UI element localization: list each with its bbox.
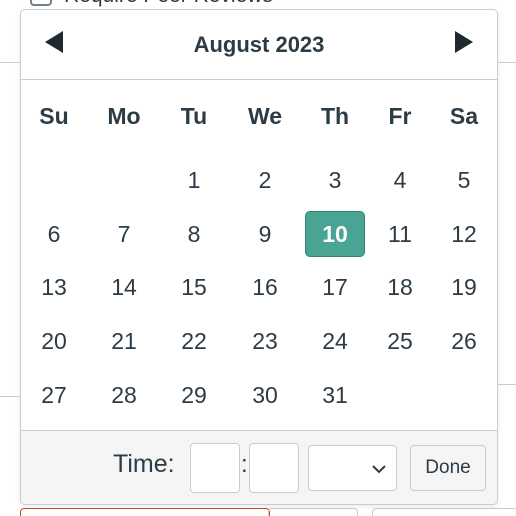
day-of-week-header: Tu xyxy=(180,102,208,129)
background-field[interactable] xyxy=(372,508,516,516)
day-of-week-header: Sa xyxy=(449,102,479,129)
calendar-day[interactable]: 2 xyxy=(234,156,296,204)
ampm-select[interactable] xyxy=(308,445,397,491)
calendar-day[interactable]: 23 xyxy=(234,317,296,365)
next-month-button[interactable] xyxy=(449,28,477,56)
done-button[interactable]: Done xyxy=(410,445,486,491)
datepicker-header: August 2023 xyxy=(21,10,497,80)
calendar-day[interactable]: 21 xyxy=(93,317,155,365)
calendar-day[interactable]: 24 xyxy=(304,317,366,365)
background-divider xyxy=(498,62,516,63)
calendar-day[interactable]: 20 xyxy=(23,317,85,365)
calendar-day[interactable]: 19 xyxy=(433,263,495,311)
day-of-week-header: Fr xyxy=(388,102,412,129)
calendar-day[interactable]: 15 xyxy=(163,263,225,311)
month-title: August 2023 xyxy=(193,32,325,57)
calendar-day[interactable]: 8 xyxy=(163,210,225,258)
background-date-field[interactable] xyxy=(20,508,270,516)
calendar-day[interactable]: 7 xyxy=(93,210,155,258)
time-separator: : xyxy=(241,451,248,478)
calendar-day[interactable]: 16 xyxy=(234,263,296,311)
calendar-day[interactable]: 28 xyxy=(93,371,155,419)
calendar-day[interactable]: 12 xyxy=(433,210,495,258)
require-peer-reviews-label: Require Peer Reviews xyxy=(64,0,273,8)
background-divider xyxy=(498,384,516,385)
triangle-right-icon xyxy=(455,31,473,53)
calendar-day[interactable]: 6 xyxy=(23,210,85,258)
calendar-day[interactable]: 1 xyxy=(163,156,225,204)
background-divider xyxy=(0,62,20,63)
calendar-day[interactable]: 4 xyxy=(369,156,431,204)
background-field[interactable] xyxy=(268,508,358,516)
hour-input[interactable] xyxy=(190,443,240,493)
calendar-day[interactable]: 31 xyxy=(304,371,366,419)
calendar-day[interactable]: 11 xyxy=(369,210,431,258)
calendar-day[interactable]: 17 xyxy=(304,263,366,311)
calendar-day[interactable]: 9 xyxy=(234,210,296,258)
calendar-day[interactable]: 29 xyxy=(163,371,225,419)
calendar-day[interactable]: 3 xyxy=(304,156,366,204)
calendar-day[interactable]: 14 xyxy=(93,263,155,311)
calendar-day[interactable]: 22 xyxy=(163,317,225,365)
day-of-week-header: We xyxy=(247,102,283,129)
datepicker: August 2023 Su Mo Tu We Th Fr Sa 1 2 3 4 5 6 7 8 9 10 11 1… xyxy=(20,9,498,505)
day-of-week-header: Mo xyxy=(107,102,141,129)
day-of-week-header: Su xyxy=(39,102,69,129)
require-peer-reviews-checkbox[interactable] xyxy=(30,0,52,6)
chevron-down-icon xyxy=(372,465,386,474)
calendar-day-selected[interactable]: 10 xyxy=(305,211,365,257)
calendar-day[interactable]: 13 xyxy=(23,263,85,311)
require-peer-reviews-row[interactable]: Require Peer Reviews xyxy=(30,0,273,8)
datepicker-footer: Time: : Done xyxy=(21,430,497,504)
background-divider xyxy=(0,396,20,397)
calendar-day[interactable]: 18 xyxy=(369,263,431,311)
calendar-day[interactable]: 25 xyxy=(369,317,431,365)
minute-input[interactable] xyxy=(249,443,299,493)
time-label: Time: xyxy=(113,450,175,478)
calendar-day[interactable]: 5 xyxy=(433,156,495,204)
calendar-day[interactable]: 27 xyxy=(23,371,85,419)
calendar-day[interactable]: 30 xyxy=(234,371,296,419)
day-of-week-header: Th xyxy=(320,102,350,129)
calendar-day[interactable]: 26 xyxy=(433,317,495,365)
